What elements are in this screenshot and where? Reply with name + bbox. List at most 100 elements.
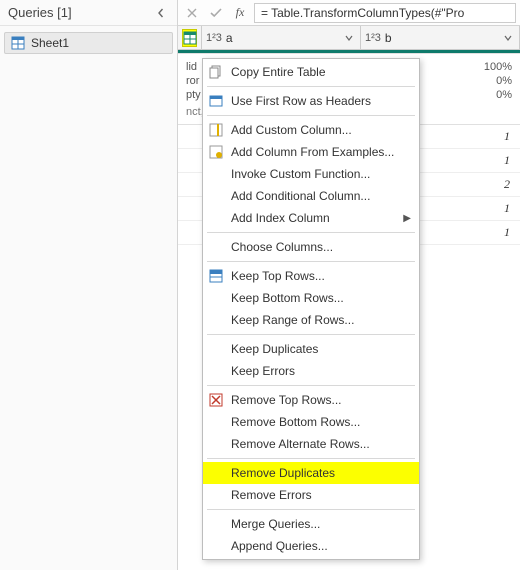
blank-icon [207,435,225,453]
blank-icon [207,413,225,431]
queries-sidebar: Queries [1] Sheet1 [0,0,178,570]
menu-item[interactable]: Add Conditional Column... [203,185,419,207]
menu-item-label: Remove Bottom Rows... [231,415,411,429]
menu-separator [207,509,415,510]
column-headers: 1²3 a 1²3 b [178,26,520,50]
queries-list: Sheet1 [0,26,177,60]
menu-item-label: Add Column From Examples... [231,145,411,159]
menu-item[interactable]: Add Index Column ▶ [203,207,419,229]
sidebar-header: Queries [1] [0,0,177,26]
number-type-icon: 1²3 [206,32,222,44]
menu-separator [207,232,415,233]
column-name: a [226,31,233,45]
menu-item[interactable]: Keep Duplicates [203,338,419,360]
menu-separator [207,86,415,87]
column-header[interactable]: 1²3 a [202,26,361,49]
menu-item-label: Keep Top Rows... [231,269,411,283]
menu-item[interactable]: Keep Bottom Rows... [203,287,419,309]
menu-item-label: Add Custom Column... [231,123,411,137]
menu-item-label: Remove Alternate Rows... [231,437,411,451]
menu-item-label: Merge Queries... [231,517,411,531]
query-item[interactable]: Sheet1 [4,32,173,54]
blank-icon [207,515,225,533]
menu-item-label: Remove Errors [231,488,411,502]
menu-item[interactable]: Merge Queries... [203,513,419,535]
menu-item-label: Append Queries... [231,539,411,553]
menu-separator [207,334,415,335]
menu-item[interactable]: Copy Entire Table [203,61,419,83]
menu-item-label: Keep Errors [231,364,411,378]
menu-separator [207,458,415,459]
headers-icon [207,92,225,110]
menu-item-label: Keep Range of Rows... [231,313,411,327]
table-icon [11,36,25,50]
copy-icon [207,63,225,81]
formula-input[interactable] [254,3,516,23]
stats-value: 100% [484,61,512,73]
menu-separator [207,115,415,116]
menu-separator [207,385,415,386]
menu-item-label: Keep Bottom Rows... [231,291,411,305]
blank-icon [207,209,225,227]
menu-item[interactable]: Add Custom Column... [203,119,419,141]
remove-rows-icon [207,391,225,409]
menu-item-label: Keep Duplicates [231,342,411,356]
menu-item[interactable]: Remove Errors [203,484,419,506]
column-filter-button[interactable] [342,31,356,45]
menu-item-label: Copy Entire Table [231,65,411,79]
query-item-label: Sheet1 [31,36,69,50]
menu-item[interactable]: Keep Range of Rows... [203,309,419,331]
blank-icon [207,187,225,205]
menu-separator [207,261,415,262]
menu-item-label: Add Conditional Column... [231,189,411,203]
chevron-down-icon [504,34,512,42]
stats-label: lid [186,61,197,73]
stats-value: 0% [496,89,512,101]
menu-item-label: Use First Row as Headers [231,94,411,108]
blank-icon [207,289,225,307]
menu-item[interactable]: Choose Columns... [203,236,419,258]
stats-label: ror [186,75,199,87]
examples-icon [207,143,225,161]
menu-item-label: Remove Top Rows... [231,393,411,407]
menu-item[interactable]: Invoke Custom Function... [203,163,419,185]
blank-icon [207,362,225,380]
menu-item[interactable]: Remove Alternate Rows... [203,433,419,455]
menu-item[interactable]: Keep Top Rows... [203,265,419,287]
blank-icon [207,165,225,183]
chevron-down-icon [345,34,353,42]
stats-label: pty [186,89,201,101]
blank-icon [207,537,225,555]
column-name: b [385,31,392,45]
menu-item-label: Choose Columns... [231,240,411,254]
keep-rows-icon [207,267,225,285]
menu-item[interactable]: Remove Bottom Rows... [203,411,419,433]
menu-item[interactable]: Add Column From Examples... [203,141,419,163]
sidebar-collapse-button[interactable] [153,5,169,21]
menu-item[interactable]: Use First Row as Headers [203,90,419,112]
stats-value: 0% [496,75,512,87]
menu-item[interactable]: Keep Errors [203,360,419,382]
number-type-icon: 1²3 [365,32,381,44]
table-corner-button[interactable] [178,26,202,49]
formula-cancel-button[interactable] [182,3,202,23]
menu-item-label: Remove Duplicates [231,466,411,480]
check-icon [210,8,222,18]
menu-item[interactable]: Append Queries... [203,535,419,557]
blank-icon [207,311,225,329]
table-menu-icon [182,29,197,47]
menu-item[interactable]: Remove Duplicates [203,462,419,484]
blank-icon [207,486,225,504]
menu-item[interactable]: Remove Top Rows... [203,389,419,411]
column-header[interactable]: 1²3 b [361,26,520,49]
blank-icon [207,238,225,256]
blank-icon [207,340,225,358]
custom-col-icon [207,121,225,139]
chevron-left-icon [156,8,166,18]
menu-item-label: Add Index Column [231,211,397,225]
chevron-right-icon: ▶ [403,213,411,224]
formula-bar: fx [178,0,520,26]
formula-commit-button[interactable] [206,3,226,23]
x-icon [187,8,197,18]
column-filter-button[interactable] [501,31,515,45]
